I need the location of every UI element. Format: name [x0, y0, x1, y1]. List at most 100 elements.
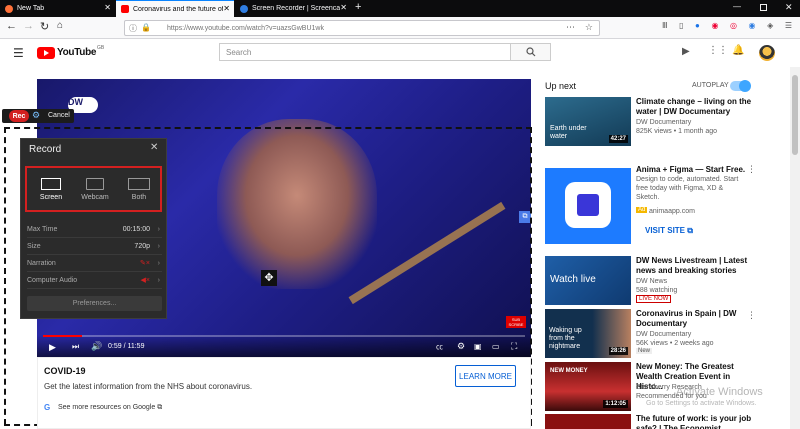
video-thumbnail[interactable]: Watch live — [545, 256, 631, 305]
close-tab-icon[interactable]: ✕ — [223, 4, 230, 13]
tab-coronavirus[interactable]: Coronavirus and the future of ✕ — [116, 0, 234, 17]
next-icon[interactable]: ⏭ — [72, 342, 79, 352]
video-thumbnail[interactable]: Earth under water 42:27 — [545, 97, 631, 146]
tab-label: Coronavirus and the future of — [133, 5, 223, 13]
google-resources-link[interactable]: See more resources on Google ⧉ — [58, 404, 162, 412]
learn-more-button[interactable]: LEARN MORE — [455, 365, 516, 387]
url-text: https://www.youtube.com/watch?v=uazsGwBU… — [167, 24, 324, 32]
recorder-settings-icon[interactable]: ⚙ — [32, 110, 40, 121]
max-time-row[interactable]: Max Time 00:15:00 › — [27, 221, 162, 238]
play-icon[interactable]: ▶ — [49, 342, 56, 353]
notifications-bell-icon[interactable]: 🔔 — [732, 45, 744, 56]
capture-region-left-edge[interactable] — [4, 127, 6, 425]
tab-new-tab[interactable]: New Tab ✕ — [0, 0, 115, 17]
extension-icon[interactable]: ◎ — [730, 21, 737, 33]
extension-icon[interactable]: ● — [695, 21, 700, 33]
progress-bar[interactable] — [43, 335, 525, 337]
home-icon[interactable]: ⌂ — [57, 20, 63, 31]
back-icon[interactable]: ← — [6, 20, 17, 32]
scrollbar-thumb[interactable] — [792, 75, 798, 155]
video-thumbnail[interactable] — [545, 414, 631, 429]
windows-watermark-title: Activate Windows — [676, 386, 763, 398]
more-options-icon[interactable]: ⋮ — [747, 310, 756, 321]
list-item[interactable]: Earth under water 42:27 Climate change –… — [545, 97, 760, 149]
youtube-logo-text[interactable]: YouTube — [57, 47, 97, 58]
minimize-icon[interactable]: — — [733, 2, 741, 11]
reload-icon[interactable]: ↻ — [40, 20, 49, 33]
create-video-icon[interactable]: ▶ — [682, 46, 690, 57]
covid-info-panel: COVID-19 Get the latest information from… — [37, 357, 531, 429]
channel-name[interactable]: DW Documentary — [636, 330, 691, 339]
speaker-muted-icon: ◀× — [140, 277, 150, 284]
toolbar-extensions: Ⅲ ▯ ● ◉ ◎ ◉ ◈ ☰ — [662, 21, 792, 33]
extension-icon[interactable]: ◉ — [749, 21, 756, 33]
more-options-icon[interactable]: ⋮ — [747, 164, 756, 175]
url-bar[interactable]: ⓘ 🔒 https://www.youtube.com/watch?v=uazs… — [124, 20, 600, 36]
avatar[interactable] — [759, 45, 775, 61]
list-item[interactable]: The future of work: is your job safe? | … — [545, 414, 760, 429]
fullscreen-icon[interactable]: ⛶ — [511, 341, 517, 352]
computer-audio-row[interactable]: Computer Audio ◀× › — [27, 272, 162, 289]
firefox-icon — [5, 4, 13, 13]
library-icon[interactable]: Ⅲ — [662, 21, 668, 33]
video-thumbnail[interactable]: NEW MONEY 1:12:05 — [545, 362, 631, 411]
search-input[interactable]: Search — [220, 44, 510, 60]
bookmark-star-icon[interactable]: ☆ — [585, 22, 593, 33]
autoplay-toggle[interactable] — [730, 80, 751, 92]
subscribe-watermark[interactable]: SUB SCRIBE — [506, 316, 526, 328]
visit-site-button[interactable]: VISIT SITE ⧉ — [645, 226, 693, 236]
info-icon[interactable]: ⓘ — [129, 23, 137, 34]
video-frame-person — [217, 119, 377, 289]
miniplayer-icon[interactable]: ▣ — [474, 342, 482, 351]
close-tab-icon[interactable]: ✕ — [340, 3, 347, 12]
narration-row[interactable]: Narration ✎× › — [27, 255, 162, 272]
ad-item[interactable]: Anima + Figma — Start Free. Design to co… — [545, 163, 760, 251]
youtube-logo-icon[interactable] — [37, 47, 55, 59]
video-title[interactable]: DW News Livestream | Latest news and bre… — [636, 256, 754, 276]
list-item[interactable]: Watch live DW News Livestream | Latest n… — [545, 256, 760, 308]
mode-screen[interactable]: Screen — [29, 172, 73, 210]
page-scrollbar[interactable] — [790, 67, 800, 429]
ad-thumbnail[interactable] — [545, 168, 631, 244]
hamburger-menu-icon[interactable]: ☰ — [13, 46, 24, 60]
volume-icon[interactable]: 🔊 — [91, 341, 102, 352]
settings-gear-icon[interactable]: ⚙ — [457, 341, 465, 352]
new-tab-icon[interactable]: + — [355, 1, 361, 13]
video-title[interactable]: The future of work: is your job safe? | … — [636, 414, 754, 429]
close-tab-icon[interactable]: ✕ — [104, 3, 111, 12]
video-title[interactable]: Climate change – living on the water | D… — [636, 97, 754, 117]
apps-grid-icon[interactable]: ⋮⋮ — [708, 45, 728, 56]
preferences-button[interactable]: Preferences... — [27, 296, 162, 311]
extension-icon[interactable]: ◉ — [711, 21, 718, 33]
rec-button[interactable]: Rec — [9, 110, 29, 122]
size-row[interactable]: Size 720p › — [27, 238, 162, 255]
theater-mode-icon[interactable]: ▭ — [492, 342, 500, 351]
list-item[interactable]: Waking up from the nightmare 28:26 Coron… — [545, 309, 760, 361]
maximize-icon[interactable] — [760, 4, 767, 11]
browser-tab-bar: New Tab ✕ Coronavirus and the future of … — [0, 0, 800, 17]
mode-label: Both — [131, 194, 147, 201]
channel-name[interactable]: DW Documentary — [636, 118, 691, 127]
mode-webcam[interactable]: Webcam — [73, 172, 117, 210]
ad-title[interactable]: Anima + Figma — Start Free. — [636, 165, 754, 175]
search-button[interactable] — [510, 44, 550, 60]
mode-both[interactable]: Both — [117, 172, 161, 210]
channel-name[interactable]: DW News — [636, 277, 667, 286]
webcam-icon — [86, 178, 104, 190]
menu-icon[interactable]: ☰ — [785, 21, 792, 33]
cancel-button[interactable]: Cancel — [48, 112, 70, 119]
close-window-icon[interactable]: ✕ — [785, 2, 793, 13]
forward-icon[interactable]: → — [23, 20, 34, 32]
video-title[interactable]: Coronavirus in Spain | DW Documentary — [636, 309, 754, 329]
close-panel-icon[interactable]: ✕ — [150, 142, 158, 153]
extension-icon[interactable]: ◈ — [767, 21, 773, 33]
capture-region-top-edge[interactable] — [4, 127, 532, 129]
move-region-icon[interactable]: ✥ — [261, 270, 277, 286]
tab-screen-recorder[interactable]: Screen Recorder | Screencast-O ✕ — [235, 0, 351, 17]
mode-label: Screen — [39, 194, 63, 201]
captions-icon[interactable]: ㏄ — [436, 342, 443, 352]
video-thumbnail[interactable]: Waking up from the nightmare 28:26 — [545, 309, 631, 358]
anima-logo — [565, 182, 611, 228]
sidebar-icon[interactable]: ▯ — [679, 21, 683, 33]
page-actions-icon[interactable]: ⋯ — [566, 22, 575, 33]
